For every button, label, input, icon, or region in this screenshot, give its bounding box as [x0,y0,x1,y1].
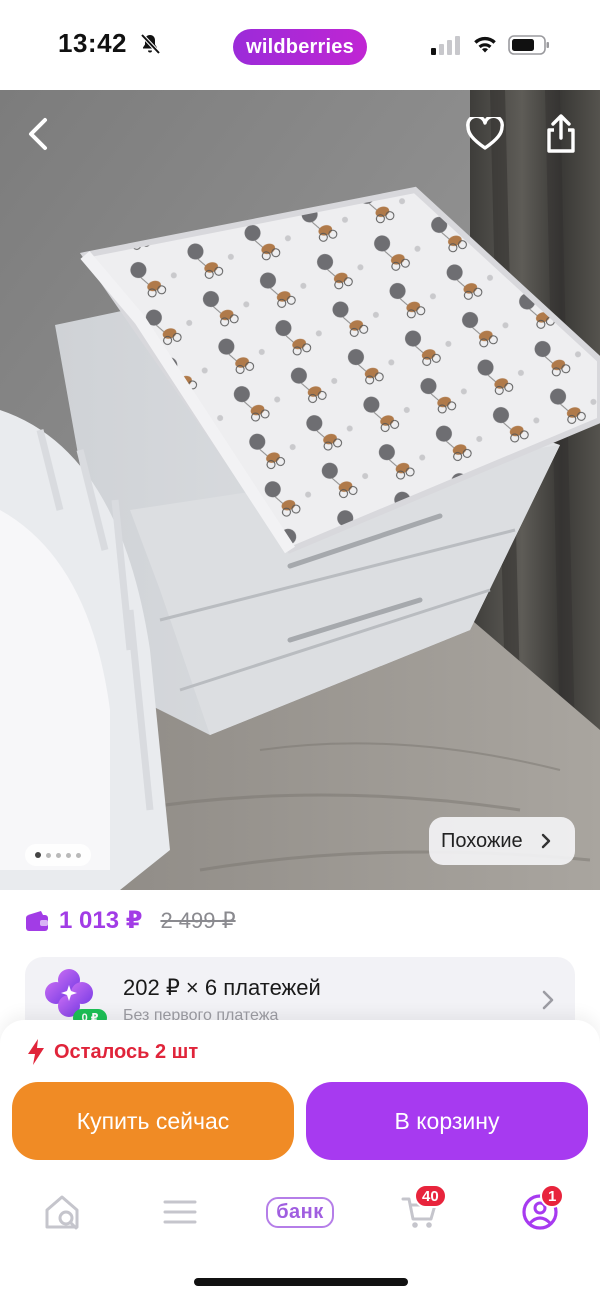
home-indicator [194,1278,408,1286]
stock-indicator: Осталось 2 шт [26,1038,198,1066]
status-bar: 13:42 wildberries [0,0,600,90]
gallery-dot [66,852,71,858]
similar-button[interactable]: Похожие [429,817,575,865]
tab-bank[interactable]: банк [259,1190,341,1234]
product-photo[interactable]: Похожие [0,90,600,890]
battery-icon [508,35,549,55]
gallery-dot [35,852,41,858]
wifi-icon [474,36,496,53]
status-time: 13:42 [58,28,127,58]
similar-label: Похожие [441,829,523,852]
share-button[interactable] [537,110,585,158]
home-search-icon [45,1195,79,1230]
gallery-pagination [25,844,91,866]
add-to-cart-button[interactable]: В корзину [306,1082,588,1160]
menu-icon [163,1200,197,1224]
back-icon [29,118,47,150]
cart-count-badge: 40 [414,1184,447,1208]
tab-home[interactable] [40,1190,84,1234]
wallet-icon [26,910,48,931]
bell-slash-icon [140,33,161,55]
share-icon [547,114,575,153]
brand-logo: wildberries [233,29,367,65]
installments-title: 202 ₽ × 6 платежей [123,975,321,1000]
old-price: 2 499 ₽ [160,907,236,933]
cellular-signal-icon [431,36,460,55]
back-button[interactable] [14,110,62,158]
buy-now-button[interactable]: Купить сейчас [12,1082,294,1160]
favorite-button[interactable] [461,110,509,158]
gallery-dot [76,852,81,858]
purchase-sheet: Осталось 2 шт Купить сейчас В корзину [0,1020,600,1300]
gallery-dot [46,852,51,858]
product-image [0,90,600,890]
stock-text: Осталось 2 шт [54,1040,199,1063]
lightning-icon [28,1039,44,1065]
bank-label: банк [266,1196,334,1228]
current-price: 1 013 ₽ [59,907,143,934]
tab-catalog[interactable] [158,1190,202,1234]
price-row: 1 013 ₽ 2 499 ₽ [25,906,236,935]
heart-icon [466,117,504,150]
chevron-right-icon [542,990,554,1010]
chevron-right-icon [541,833,550,849]
gallery-dot [56,852,61,858]
tab-bar: банк 40 1 [0,1172,600,1252]
